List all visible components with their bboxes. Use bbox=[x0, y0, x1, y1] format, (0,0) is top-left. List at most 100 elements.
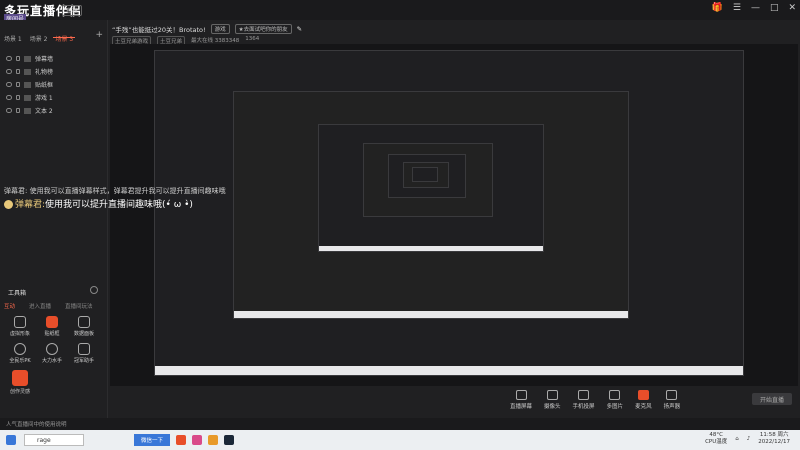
layer-item[interactable]: 弹幕墙 bbox=[0, 52, 108, 65]
chat-line-faded: 弹幕君: 使用我可以直播弹幕样式，弹幕君提升我可以提升直播间趣味哦 bbox=[4, 187, 226, 195]
toolbox-title: 工具箱 bbox=[8, 290, 27, 297]
tab-scene-1[interactable]: 场景 1 bbox=[2, 32, 24, 43]
app-window: 多玩直播伴侣 审核 🎁 ☰ — □ ✕ 房间号 3360348 场景 1 场景 … bbox=[0, 0, 800, 430]
phone-icon bbox=[578, 390, 590, 400]
layer-list: 弹幕墙 礼物榜 贴纸框 游戏 1 文本 2 bbox=[0, 52, 108, 117]
chat-message: 使用我可以提升直播间趣味哦(•́ ω •̀) bbox=[45, 200, 193, 210]
close-icon[interactable]: ✕ bbox=[788, 3, 796, 13]
microphone-button[interactable]: 麦克风 bbox=[635, 390, 652, 410]
eye-icon[interactable] bbox=[6, 82, 12, 87]
app-icon-pink[interactable] bbox=[192, 435, 202, 445]
tab-scene-2[interactable]: 场景 2 bbox=[28, 32, 50, 43]
layer-type-icon bbox=[24, 94, 31, 101]
eye-icon[interactable] bbox=[6, 95, 12, 100]
taskbar-search-input[interactable]: rage bbox=[24, 434, 84, 446]
multi-image-button[interactable]: 多图片 bbox=[607, 390, 623, 410]
windows-start-icon[interactable] bbox=[6, 435, 16, 445]
toolbox-toggle-icon[interactable] bbox=[90, 286, 98, 294]
app-icon-orange[interactable] bbox=[208, 435, 218, 445]
minimize-icon[interactable]: — bbox=[751, 3, 760, 13]
sailor-icon bbox=[46, 343, 58, 355]
toolbox-grid: 虚拟形象 贴纸框 数据面板 全民乐PK 大力水手 冠军助手 创作灵感 bbox=[4, 316, 104, 395]
chat-avatar bbox=[4, 200, 13, 209]
announcement-pill[interactable]: ★去面试吧你的朋友 bbox=[234, 24, 292, 34]
menu-icon[interactable]: ☰ bbox=[733, 3, 741, 13]
os-taskbar: rage 微信一下 48°C CPU温度 ⌂ ♪ 11:58 周六 2022/12/… bbox=[0, 430, 800, 450]
nested-preview-7 bbox=[412, 167, 438, 182]
status-bar: 人气直播间中的使用说明 bbox=[0, 418, 800, 430]
layer-item[interactable]: 礼物榜 bbox=[0, 65, 108, 78]
stream-title[interactable]: “手残”也能挺过20关！Brotato! bbox=[112, 24, 206, 34]
tab-enter-live[interactable]: 进入直播 bbox=[29, 302, 51, 310]
chat-line: 弹幕君:使用我可以提升直播间趣味哦(•́ ω •̀) bbox=[4, 197, 193, 210]
tool-sailor[interactable]: 大力水手 bbox=[36, 343, 68, 364]
layer-label: 文本 2 bbox=[35, 108, 53, 115]
tool-data-panel[interactable]: 数据面板 bbox=[68, 316, 100, 337]
avatar-tool-icon bbox=[14, 316, 26, 328]
nested-preview-2 bbox=[233, 91, 629, 319]
speaker-button[interactable]: 扬声器 bbox=[664, 390, 680, 410]
broadcast-controls: 直播屏幕 摄像头 手机投屏 多图片 麦克风 扬声器 bbox=[510, 390, 680, 410]
lock-icon[interactable] bbox=[16, 108, 20, 113]
network-icon[interactable]: ⌂ bbox=[735, 436, 739, 442]
maximize-icon[interactable]: □ bbox=[770, 3, 779, 13]
start-live-button[interactable]: 开始直播 bbox=[752, 393, 792, 405]
stream-title-row: “手残”也能挺过20关！Brotato! 游戏 ★去面试吧你的朋友 ✎ bbox=[112, 24, 302, 34]
data-panel-icon bbox=[78, 316, 90, 328]
preview-canvas[interactable] bbox=[110, 44, 798, 386]
toolbox-tabs: 互动 进入直播 直播间玩法 bbox=[4, 302, 93, 310]
gift-icon[interactable]: 🎁 bbox=[712, 3, 723, 13]
window-controls: 🎁 ☰ — □ ✕ bbox=[712, 3, 796, 13]
tool-sticker-frame[interactable]: 贴纸框 bbox=[36, 316, 68, 337]
nested-preview-4 bbox=[363, 143, 493, 217]
tab-interaction[interactable]: 互动 bbox=[4, 302, 15, 310]
lock-icon[interactable] bbox=[16, 95, 20, 100]
clock[interactable]: 11:58 周六 2022/12/17 bbox=[758, 432, 790, 446]
nested-taskbar bbox=[319, 246, 543, 251]
eye-icon[interactable] bbox=[6, 108, 12, 113]
camera-button[interactable]: 摄像头 bbox=[544, 390, 561, 410]
lock-icon[interactable] bbox=[16, 69, 20, 74]
monitor-icon bbox=[515, 390, 527, 400]
speaker-icon bbox=[666, 390, 678, 400]
nested-taskbar bbox=[234, 311, 628, 318]
tool-champion[interactable]: 冠军助手 bbox=[68, 343, 100, 364]
eye-icon[interactable] bbox=[6, 69, 12, 74]
steam-icon[interactable] bbox=[224, 435, 234, 445]
taskbar-task-button[interactable]: 微信一下 bbox=[134, 434, 170, 446]
nested-preview-3 bbox=[318, 124, 544, 252]
layer-item[interactable]: 文本 2 bbox=[0, 104, 108, 117]
system-tray: 48°C CPU温度 ⌂ ♪ 11:58 周六 2022/12/17 bbox=[705, 432, 790, 446]
lock-icon[interactable] bbox=[16, 82, 20, 87]
edit-tag[interactable]: 审核 bbox=[62, 5, 83, 16]
nested-preview-5 bbox=[388, 154, 466, 198]
top-bar: 多玩直播伴侣 审核 🎁 ☰ — □ ✕ bbox=[0, 0, 800, 20]
champion-icon bbox=[78, 343, 90, 355]
cpu-temp: 48°C CPU温度 bbox=[705, 432, 728, 445]
image-icon bbox=[609, 390, 621, 400]
layer-label: 礼物榜 bbox=[35, 69, 54, 76]
layer-label: 游戏 1 bbox=[35, 95, 53, 102]
category-pill[interactable]: 游戏 bbox=[210, 24, 230, 34]
tab-room-play[interactable]: 直播间玩法 bbox=[65, 302, 93, 310]
eye-icon[interactable] bbox=[6, 56, 12, 61]
sticker-tool-icon bbox=[46, 316, 58, 328]
add-scene-icon[interactable]: + bbox=[95, 30, 103, 40]
layer-item[interactable]: 游戏 1 bbox=[0, 91, 108, 104]
lock-icon[interactable] bbox=[16, 56, 20, 61]
phone-cast-button[interactable]: 手机投屏 bbox=[573, 390, 595, 410]
tool-avatar[interactable]: 虚拟形象 bbox=[4, 316, 36, 337]
volume-icon[interactable]: ♪ bbox=[747, 436, 751, 442]
nested-taskbar bbox=[155, 366, 743, 375]
layer-label: 贴纸框 bbox=[35, 82, 54, 89]
screen-capture-button[interactable]: 直播屏幕 bbox=[510, 390, 532, 410]
nested-preview-1 bbox=[154, 50, 744, 376]
inspiration-icon bbox=[12, 370, 28, 386]
app-icon-red[interactable] bbox=[176, 435, 186, 445]
layer-item[interactable]: 贴纸框 bbox=[0, 78, 108, 91]
edit-title-icon[interactable]: ✎ bbox=[297, 25, 302, 33]
tool-pk[interactable]: 全民乐PK bbox=[4, 343, 36, 364]
tab-scene-3[interactable]: 场景 3 bbox=[53, 32, 76, 43]
layer-type-icon bbox=[24, 81, 31, 88]
tool-inspiration[interactable]: 创作灵感 bbox=[4, 370, 36, 395]
